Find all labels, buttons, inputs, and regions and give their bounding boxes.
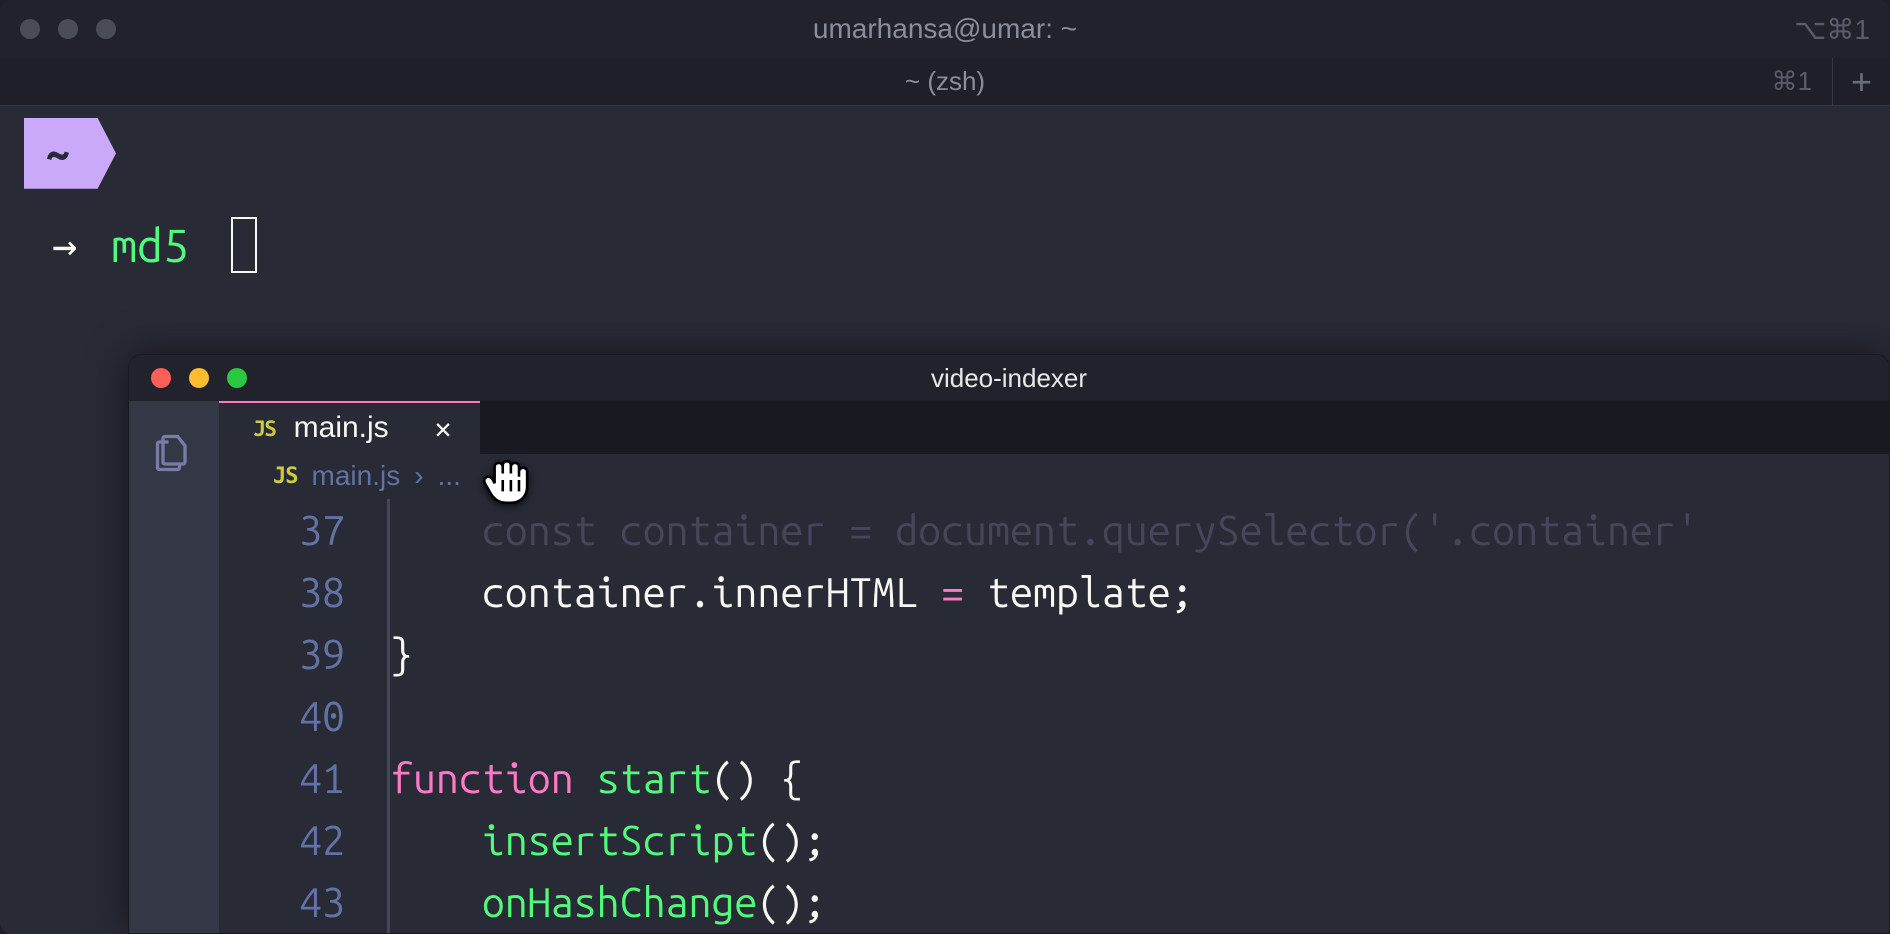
- code-line[interactable]: const container = document.querySelector…: [390, 499, 1889, 561]
- vscode-window: video-indexer JS main.js ✕ JS main.: [128, 354, 1890, 934]
- prompt-command: md5: [111, 213, 188, 277]
- terminal-cursor: [231, 217, 257, 273]
- vscode-titlebar[interactable]: video-indexer: [129, 355, 1889, 401]
- code-lines[interactable]: const container = document.querySelector…: [387, 499, 1889, 933]
- js-file-icon: JS: [253, 416, 276, 441]
- close-dot[interactable]: [20, 19, 40, 39]
- prompt-arrow-icon: →: [52, 216, 77, 275]
- line-number: 43: [219, 871, 345, 933]
- line-number: 38: [219, 561, 345, 623]
- minimize-dot[interactable]: [189, 368, 209, 388]
- line-number: 41: [219, 747, 345, 809]
- maximize-dot[interactable]: [96, 19, 116, 39]
- breadcrumb-file[interactable]: main.js: [312, 460, 401, 492]
- close-dot[interactable]: [151, 368, 171, 388]
- maximize-dot[interactable]: [227, 368, 247, 388]
- vscode-main: JS main.js ✕ JS main.js › ... 3738394041…: [129, 401, 1889, 933]
- editor-area: JS main.js ✕ JS main.js › ... 3738394041…: [219, 401, 1889, 933]
- vscode-title: video-indexer: [129, 363, 1889, 394]
- terminal-traffic-lights: [20, 19, 116, 39]
- js-file-icon: JS: [273, 464, 298, 489]
- line-number: 40: [219, 685, 345, 747]
- tab-label: main.js: [294, 411, 389, 445]
- code-line[interactable]: onHashChange();: [390, 871, 1889, 933]
- code-line[interactable]: [390, 685, 1889, 747]
- editor-tabs: JS main.js ✕: [219, 401, 1889, 454]
- code-line[interactable]: }: [390, 623, 1889, 685]
- code-editor[interactable]: 37383940414243 const container = documen…: [219, 499, 1889, 933]
- prompt-path-badge: ~: [24, 118, 116, 189]
- line-number: 37: [219, 499, 345, 561]
- minimize-dot[interactable]: [58, 19, 78, 39]
- prompt-line: → md5: [24, 213, 1866, 277]
- terminal-title: umarhansa@umar: ~: [0, 13, 1890, 45]
- terminal-body[interactable]: ~ → md5: [0, 106, 1890, 289]
- files-icon[interactable]: [150, 429, 198, 477]
- line-number-gutter: 37383940414243: [219, 499, 387, 933]
- breadcrumb[interactable]: JS main.js › ...: [219, 454, 1889, 499]
- tab-main-js[interactable]: JS main.js ✕: [219, 401, 480, 454]
- terminal-tab-label[interactable]: ~ (zsh): [0, 66, 1890, 97]
- line-number: 42: [219, 809, 345, 871]
- activity-bar: [129, 401, 219, 933]
- terminal-shortcut: ⌥⌘1: [1794, 13, 1870, 46]
- code-line[interactable]: function start() {: [390, 747, 1889, 809]
- chevron-right-icon: ›: [414, 460, 423, 492]
- vscode-traffic-lights: [151, 368, 247, 388]
- line-number: 39: [219, 623, 345, 685]
- breadcrumb-rest[interactable]: ...: [438, 460, 461, 492]
- terminal-titlebar[interactable]: umarhansa@umar: ~ ⌥⌘1: [0, 0, 1890, 58]
- code-line[interactable]: container.innerHTML = template;: [390, 561, 1889, 623]
- code-line[interactable]: insertScript();: [390, 809, 1889, 871]
- terminal-tabbar: ~ (zsh) ⌘1 +: [0, 58, 1890, 106]
- tab-close-icon[interactable]: ✕: [435, 412, 452, 445]
